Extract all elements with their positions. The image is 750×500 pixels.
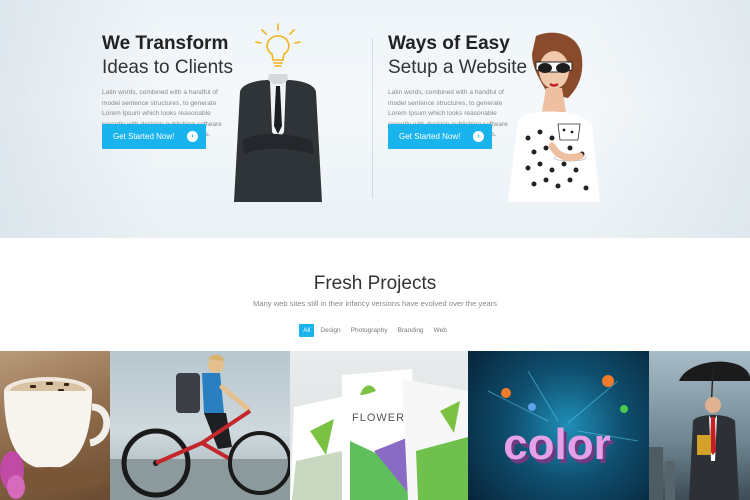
suit-lightbulb-illustration (234, 23, 322, 202)
section-subtitle: Many web sites still in their infancy ve… (253, 299, 497, 308)
filter-design[interactable]: Design (316, 324, 344, 337)
flower-packaging-image: FLOWER (290, 369, 468, 500)
businessman-umbrella-image (649, 361, 750, 500)
filter-branding[interactable]: Branding (394, 324, 428, 337)
project-filter-tabs: All Design Photography Branding Web (0, 324, 750, 337)
filter-photography[interactable]: Photography (347, 324, 392, 337)
lightbulb-icon (255, 23, 301, 67)
hero-banner: We Transform Ideas to Clients Latin word… (0, 0, 750, 238)
color-art-text: color (503, 420, 611, 469)
cta-label: Get Started Now! (399, 132, 461, 141)
get-started-button-left[interactable]: Get Started Now! › (102, 124, 206, 149)
project-gallery: FLOWER color color (0, 351, 750, 500)
hero-divider (372, 38, 373, 198)
section-title: Fresh Projects (313, 273, 437, 294)
filter-all[interactable]: All (299, 324, 315, 337)
woman-coffee-illustration (508, 32, 600, 202)
project-tile-coffee[interactable] (0, 351, 110, 500)
filter-web[interactable]: Web (430, 324, 451, 337)
cyclist-image (110, 354, 290, 500)
get-started-button-right[interactable]: Get Started Now! › (388, 124, 492, 149)
color-3d-text-image: color color (487, 370, 639, 473)
arrow-right-circle-icon: › (473, 131, 484, 142)
project-tile-cyclist[interactable] (110, 351, 290, 500)
coffee-cup-image (0, 377, 110, 499)
cta-label: Get Started Now! (113, 132, 175, 141)
project-tile-flower-branding[interactable]: FLOWER (290, 351, 468, 500)
arrow-right-circle-icon: › (187, 131, 198, 142)
project-tile-color-artwork[interactable]: color color (468, 351, 649, 500)
project-tile-businessman[interactable] (649, 351, 750, 500)
flower-brand-text: FLOWER (352, 412, 405, 424)
